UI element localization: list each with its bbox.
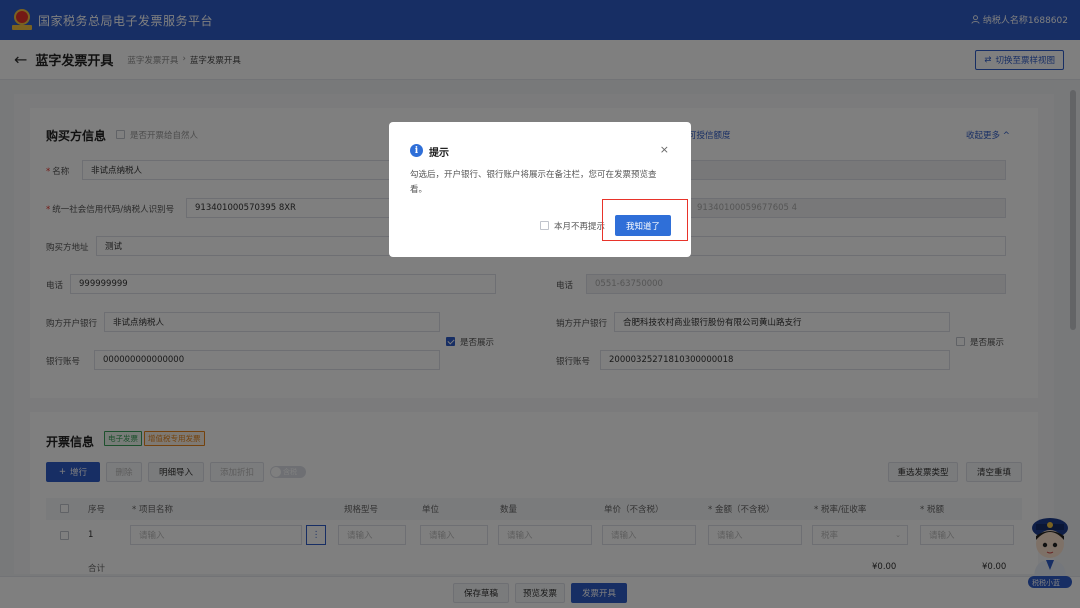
highlight-box <box>602 199 688 241</box>
close-icon[interactable]: × <box>660 143 669 156</box>
dont-show-label[interactable]: 本月不再提示 <box>554 220 605 232</box>
dont-show-checkbox[interactable] <box>540 221 549 230</box>
info-icon: i <box>410 144 423 157</box>
modal-overlay[interactable] <box>0 0 1080 608</box>
dialog-message: 勾选后，开户银行、银行账户将展示在备注栏，您可在发票预览查看。 <box>410 170 657 195</box>
tip-dialog: i 提示 × 勾选后，开户银行、银行账户将展示在备注栏，您可在发票预览查看。 本… <box>389 122 691 257</box>
dialog-title: 提示 <box>429 148 449 159</box>
